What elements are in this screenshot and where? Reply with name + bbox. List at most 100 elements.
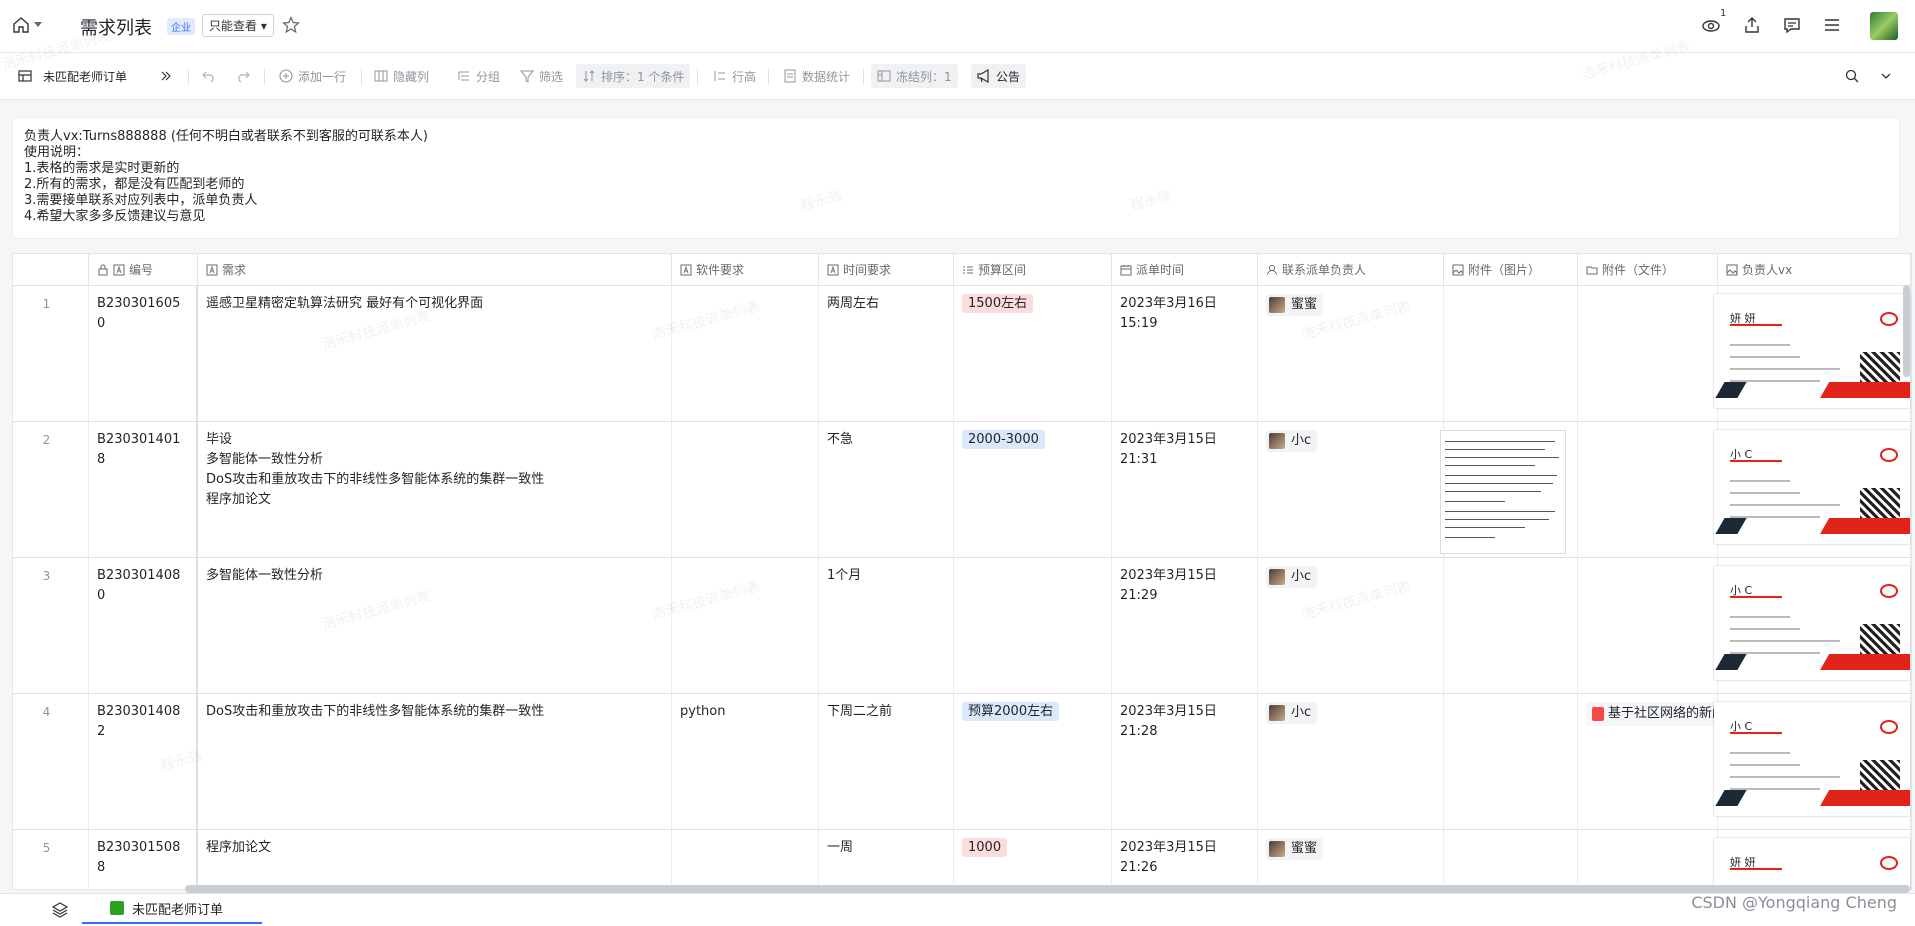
cell-contact[interactable]: 蜜蜜 — [1258, 830, 1444, 889]
column-header-budget[interactable]: 预算区间 — [954, 254, 1112, 286]
cell-contact[interactable]: 蜜蜜 — [1258, 286, 1444, 422]
expand-chevron-icon[interactable] — [1880, 53, 1892, 99]
star-icon[interactable] — [280, 14, 302, 36]
cell-id[interactable]: B230301605 0 — [89, 286, 198, 422]
freeze-columns-button[interactable]: 冻结列：1 — [871, 64, 958, 88]
data-grid: 编号 需求 软件要求 时间要求 预算区间 派单时间 联系派单负责人 附件（图片）… — [12, 253, 1912, 890]
cell-attach-file[interactable] — [1578, 422, 1718, 558]
cell-attach-image[interactable] — [1444, 694, 1578, 830]
cell-time[interactable]: 一周 — [819, 830, 954, 889]
cell-budget[interactable]: 1500左右 — [954, 286, 1112, 422]
cell-dispatch-time[interactable]: 2023年3月15日 21:26 — [1112, 830, 1258, 889]
business-card-image[interactable]: 妍 妍 — [1714, 294, 1910, 408]
business-card-image[interactable]: 小 C — [1714, 702, 1910, 816]
cell-time[interactable]: 不急 — [819, 422, 954, 558]
column-header-id[interactable]: 编号 — [89, 254, 198, 286]
cell-requirement[interactable]: 毕设 多智能体一致性分析 DoS攻击和重放攻击下的非线性多智能体系统的集群一致性… — [198, 422, 672, 558]
cell-requirement[interactable]: 多智能体一致性分析 — [198, 558, 672, 694]
hide-columns-label: 隐藏列 — [393, 69, 430, 84]
column-header-software[interactable]: 软件要求 — [672, 254, 819, 286]
pdf-icon — [1592, 707, 1604, 721]
permission-dropdown[interactable]: 只能查看 ▾ — [202, 14, 274, 37]
row-height-button[interactable]: 行高 — [713, 53, 756, 99]
filter-button[interactable]: 筛选 — [520, 53, 563, 99]
cell-attach-file[interactable] — [1578, 558, 1718, 694]
view-selector[interactable]: 未匹配老师订单 — [18, 53, 127, 99]
sort-button[interactable]: 排序：1 个条件 — [576, 64, 691, 88]
cell-requirement[interactable]: 程序加论文 — [198, 830, 672, 889]
row-number: 3 — [13, 558, 89, 694]
cell-dispatch-time[interactable]: 2023年3月16日 15:19 — [1112, 286, 1258, 422]
person-chip[interactable]: 小c — [1266, 566, 1318, 588]
cell-budget[interactable] — [954, 558, 1112, 694]
cell-budget[interactable]: 1000 — [954, 830, 1112, 889]
cell-id[interactable]: B230301508 8 — [89, 830, 198, 889]
column-header-dispatch-time[interactable]: 派单时间 — [1112, 254, 1258, 286]
home-icon[interactable] — [10, 14, 32, 36]
column-header-owner-vx[interactable]: 负责人vx — [1718, 254, 1911, 286]
cell-contact[interactable]: 小c — [1258, 422, 1444, 558]
cell-budget[interactable]: 预算2000左右 — [954, 694, 1112, 830]
file-attachment[interactable]: 基于社区网络的新闻 — [1586, 702, 1717, 726]
cell-attach-image[interactable] — [1444, 830, 1578, 889]
cell-dispatch-time[interactable]: 2023年3月15日 21:31 — [1112, 422, 1258, 558]
business-card-image[interactable]: 小 C — [1714, 566, 1910, 680]
cell-time[interactable]: 下周二之前 — [819, 694, 954, 830]
vertical-scrollbar[interactable] — [1903, 285, 1910, 377]
cell-software[interactable] — [672, 830, 819, 889]
menu-icon[interactable] — [1821, 14, 1843, 36]
column-header-attach-image[interactable]: 附件（图片） — [1444, 254, 1578, 286]
column-header-attach-file[interactable]: 附件（文件） — [1578, 254, 1718, 286]
group-button[interactable]: 分组 — [457, 53, 500, 99]
double-chevron-icon[interactable] — [160, 53, 172, 99]
sheet-tab[interactable]: 未匹配老师订单 — [82, 894, 262, 924]
business-card-image[interactable]: 妍 妍 — [1714, 838, 1910, 889]
cell-dispatch-time[interactable]: 2023年3月15日 21:28 — [1112, 694, 1258, 830]
cell-id[interactable]: B230301408 2 — [89, 694, 198, 830]
cell-attach-image[interactable] — [1444, 558, 1578, 694]
cell-time[interactable]: 1个月 — [819, 558, 954, 694]
cell-requirement[interactable]: DoS攻击和重放攻击下的非线性多智能体系统的集群一致性 — [198, 694, 672, 830]
requirement-line: 程序加论文 — [206, 840, 272, 855]
user-avatar[interactable] — [1870, 12, 1898, 40]
cell-attach-file[interactable] — [1578, 286, 1718, 422]
avatar — [1269, 569, 1285, 585]
cell-dispatch-time[interactable]: 2023年3月15日 21:29 — [1112, 558, 1258, 694]
cell-time[interactable]: 两周左右 — [819, 286, 954, 422]
hide-columns-button[interactable]: 隐藏列 — [374, 53, 429, 99]
layers-icon[interactable] — [51, 902, 69, 922]
person-chip[interactable]: 蜜蜜 — [1266, 838, 1324, 860]
person-chip[interactable]: 蜜蜜 — [1266, 294, 1324, 316]
cell-software[interactable]: python — [672, 694, 819, 830]
image-attachment-thumbnail[interactable] — [1440, 430, 1566, 554]
search-icon[interactable] — [1845, 53, 1859, 99]
announcement-button[interactable]: 公告 — [971, 64, 1027, 88]
cell-contact[interactable]: 小c — [1258, 558, 1444, 694]
undo-icon[interactable] — [202, 53, 216, 99]
cell-software[interactable] — [672, 558, 819, 694]
eye-icon[interactable] — [1700, 14, 1722, 36]
stats-button[interactable]: 数据统计 — [783, 53, 850, 99]
column-header-requirement[interactable]: 需求 — [198, 254, 672, 286]
column-header-contact[interactable]: 联系派单负责人 — [1258, 254, 1444, 286]
cell-attach-file[interactable] — [1578, 830, 1718, 889]
cell-requirement[interactable]: 遥感卫星精密定轨算法研究 最好有个可视化界面 — [198, 286, 672, 422]
redo-icon[interactable] — [236, 53, 250, 99]
cell-software[interactable] — [672, 286, 819, 422]
chevron-down-icon[interactable] — [32, 14, 44, 36]
cell-attach-file[interactable]: 基于社区网络的新闻 — [1578, 694, 1718, 830]
person-chip[interactable]: 小c — [1266, 702, 1318, 724]
share-icon[interactable] — [1741, 14, 1763, 36]
cell-attach-image[interactable] — [1444, 286, 1578, 422]
business-card-image[interactable]: 小 C — [1714, 430, 1910, 544]
cell-budget[interactable]: 2000-3000 — [954, 422, 1112, 558]
add-row-button[interactable]: 添加一行 — [279, 53, 346, 99]
column-header-time[interactable]: 时间要求 — [819, 254, 954, 286]
person-chip[interactable]: 小c — [1266, 430, 1318, 452]
horizontal-scrollbar[interactable] — [185, 885, 1910, 893]
cell-id[interactable]: B230301408 0 — [89, 558, 198, 694]
cell-software[interactable] — [672, 422, 819, 558]
comment-icon[interactable] — [1781, 14, 1803, 36]
cell-id[interactable]: B230301401 8 — [89, 422, 198, 558]
cell-contact[interactable]: 小c — [1258, 694, 1444, 830]
